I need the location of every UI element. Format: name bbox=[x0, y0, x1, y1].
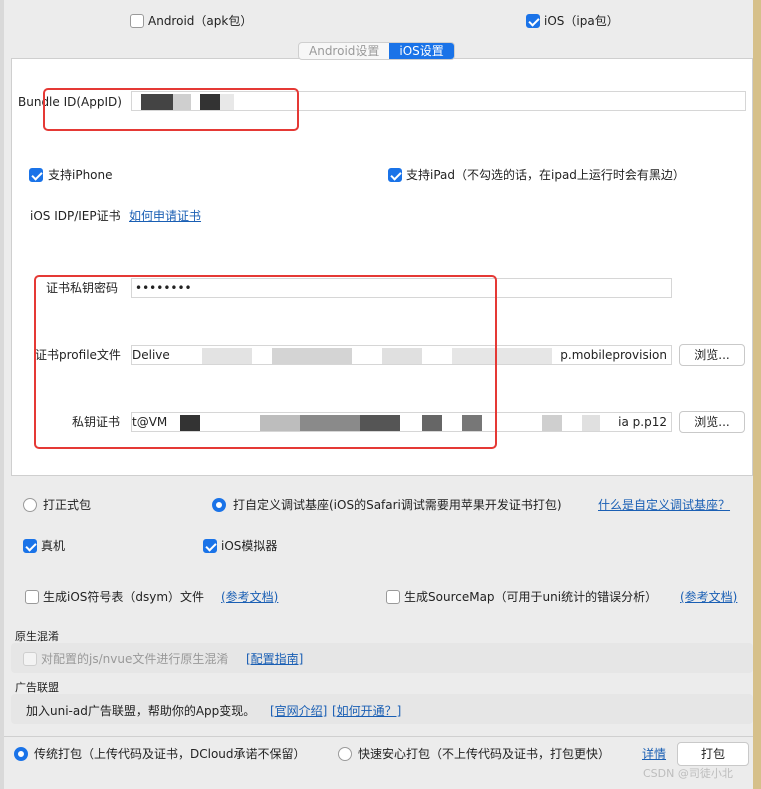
highlight-box-bundle-id bbox=[43, 88, 299, 131]
simulator-label: iOS模拟器 bbox=[221, 539, 278, 553]
real-device-label: 真机 bbox=[41, 539, 66, 553]
obfuscation-checkbox[interactable] bbox=[23, 652, 37, 666]
sourcemap-checkbox[interactable] bbox=[386, 590, 400, 604]
support-iphone-label: 支持iPhone bbox=[48, 168, 113, 182]
cert-label: iOS IDP/IEP证书 bbox=[30, 209, 121, 223]
release-label: 打正式包 bbox=[43, 498, 92, 512]
what-is-debug-base-link[interactable]: 什么是自定义调试基座？ bbox=[598, 497, 730, 513]
obfuscation-guide-link[interactable]: [配置指南] bbox=[246, 651, 303, 667]
private-key-value-end: ia p.p12 bbox=[618, 415, 667, 429]
highlight-box-certificates bbox=[34, 275, 497, 449]
watermark: CSDN @司徒小北 bbox=[643, 767, 733, 780]
bottom-bar bbox=[4, 736, 753, 789]
how-to-apply-cert-link[interactable]: 如何申请证书 bbox=[129, 208, 201, 224]
detail-link[interactable]: 详情 bbox=[642, 746, 666, 762]
sourcemap-doc-link[interactable]: (参考文档) bbox=[680, 589, 737, 605]
browse-profile-button[interactable]: 浏览... bbox=[679, 344, 745, 366]
debug-base-radio[interactable] bbox=[212, 498, 226, 512]
fast-build-radio[interactable] bbox=[338, 747, 352, 761]
simulator-checkbox[interactable] bbox=[203, 539, 217, 553]
ads-text: 加入uni-ad广告联盟，帮助你的App变现。 bbox=[26, 704, 256, 718]
ios-label: iOS（ipa包） bbox=[544, 14, 619, 28]
sourcemap-label: 生成SourceMap（可用于uni统计的错误分析） bbox=[404, 590, 658, 604]
android-label: Android（apk包） bbox=[148, 14, 253, 28]
support-ipad-label: 支持iPad（不勾选的话，在ipad上运行时会有黑边） bbox=[406, 168, 685, 182]
support-iphone-checkbox[interactable] bbox=[29, 168, 43, 182]
android-checkbox[interactable] bbox=[130, 14, 144, 28]
ads-open-link[interactable]: [如何开通？] bbox=[332, 703, 401, 719]
ios-checkbox[interactable] bbox=[526, 14, 540, 28]
release-radio[interactable] bbox=[23, 498, 37, 512]
traditional-build-label: 传统打包（上传代码及证书，DCloud承诺不保留） bbox=[34, 747, 306, 761]
tab-android-settings[interactable]: Android设置 bbox=[299, 43, 389, 59]
debug-base-label: 打自定义调试基座(iOS的Safari调试需要用苹果开发证书打包) bbox=[233, 498, 562, 512]
dsym-doc-link[interactable]: (参考文档) bbox=[221, 589, 278, 605]
build-button[interactable]: 打包 bbox=[677, 742, 749, 766]
traditional-build-radio[interactable] bbox=[14, 747, 28, 761]
fast-build-label: 快速安心打包（不上传代码及证书，打包更快） bbox=[358, 747, 611, 761]
dsym-checkbox[interactable] bbox=[25, 590, 39, 604]
ads-intro-link[interactable]: [官网介绍] bbox=[270, 703, 327, 719]
settings-tabs: Android设置 iOS设置 bbox=[298, 42, 455, 60]
window-edge-right bbox=[753, 0, 761, 789]
tab-ios-settings[interactable]: iOS设置 bbox=[389, 43, 454, 59]
redacted-text bbox=[542, 415, 562, 431]
profile-value-end: p.mobileprovision bbox=[560, 348, 667, 362]
support-ipad-checkbox[interactable] bbox=[388, 168, 402, 182]
browse-private-key-button[interactable]: 浏览... bbox=[679, 411, 745, 433]
redacted-text bbox=[582, 415, 600, 431]
real-device-checkbox[interactable] bbox=[23, 539, 37, 553]
obfuscation-label: 对配置的js/nvue文件进行原生混淆 bbox=[41, 652, 229, 666]
dsym-label: 生成iOS符号表（dsym）文件 bbox=[43, 590, 205, 604]
